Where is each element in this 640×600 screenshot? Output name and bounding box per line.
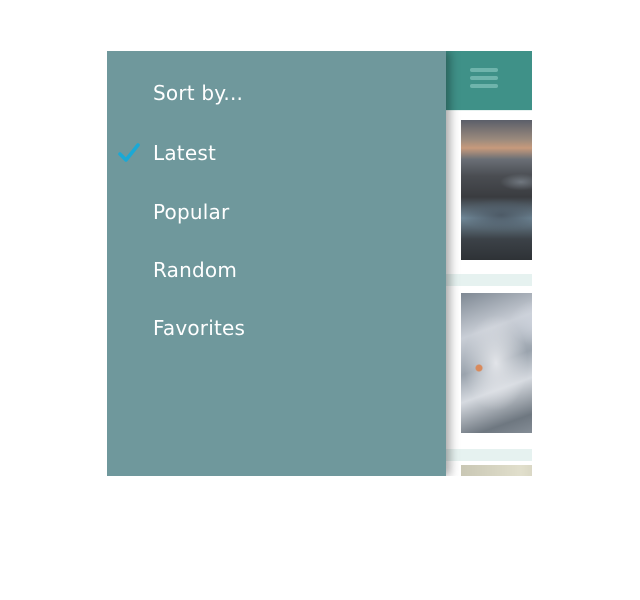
checkmark-icon [118, 143, 140, 162]
crashing-waves-photo [461, 293, 532, 433]
sort-option-favorites[interactable]: Favorites [107, 308, 446, 348]
app-header [446, 51, 532, 110]
menu-line [470, 68, 498, 72]
hamburger-menu-icon[interactable] [470, 68, 498, 90]
photo-feed-app [446, 51, 532, 476]
photo-card[interactable] [446, 286, 532, 449]
sort-option-label: Latest [153, 141, 217, 165]
partial-photo [461, 465, 532, 476]
sort-option-label: Random [153, 258, 238, 282]
photo-card[interactable] [446, 111, 532, 274]
device-screen: Sort by... Latest Popular Random Favorit… [107, 51, 532, 476]
sort-option-label: Popular [153, 200, 230, 224]
drawer-title: Sort by... [153, 81, 244, 105]
sort-option-popular[interactable]: Popular [107, 192, 446, 232]
sort-option-latest[interactable]: Latest [107, 133, 446, 173]
photo-card[interactable] [446, 461, 532, 476]
menu-line [470, 84, 498, 88]
sort-drawer: Sort by... Latest Popular Random Favorit… [107, 51, 446, 476]
sort-option-random[interactable]: Random [107, 250, 446, 290]
menu-line [470, 76, 498, 80]
coastal-rocks-photo [461, 120, 532, 260]
sort-option-label: Favorites [153, 316, 246, 340]
